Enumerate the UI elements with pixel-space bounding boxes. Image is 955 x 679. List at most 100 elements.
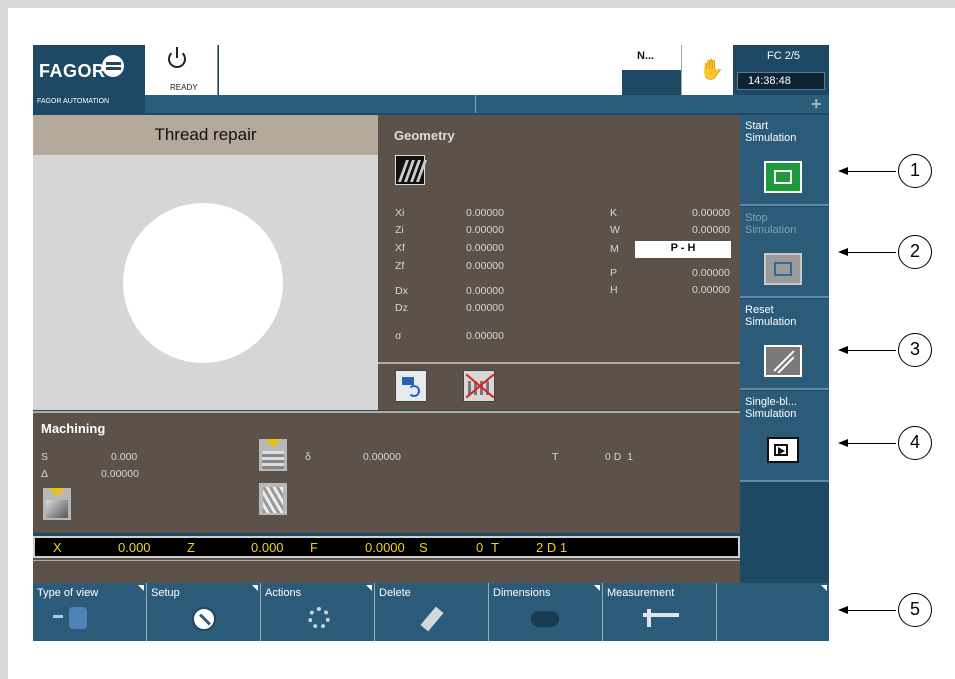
softkey-label: Type of view bbox=[37, 587, 99, 599]
pos-f-label: F bbox=[310, 540, 318, 555]
softkey-label: Setup bbox=[151, 587, 180, 599]
pos-z-label: Z bbox=[187, 540, 195, 555]
infeed-icon[interactable] bbox=[259, 483, 287, 515]
param-w-label: W bbox=[610, 224, 620, 236]
param-k-label: K bbox=[610, 207, 618, 219]
brand-disc-icon bbox=[102, 55, 124, 77]
stop-simulation-label: Stop Simulation bbox=[745, 212, 797, 236]
pos-x-label: X bbox=[53, 540, 62, 555]
status-strip-divider bbox=[33, 560, 740, 561]
param-h-label: H bbox=[610, 284, 618, 296]
callout-line bbox=[846, 443, 896, 444]
frame-left bbox=[0, 0, 8, 679]
power-status-label: READY bbox=[170, 83, 198, 92]
param-sigma-value[interactable]: 0.00000 bbox=[444, 330, 504, 342]
no-coolant-icon[interactable] bbox=[463, 370, 495, 402]
callout-2: 2 bbox=[898, 235, 932, 269]
softkey-label: Dimensions bbox=[493, 587, 551, 599]
power-status[interactable]: READY bbox=[145, 45, 218, 95]
softkey-bar: Type of view Setup Actions Delete Dimens… bbox=[33, 583, 829, 641]
status-strip bbox=[33, 558, 740, 583]
callout-line bbox=[846, 350, 896, 351]
param-p-value[interactable]: 0.00000 bbox=[670, 267, 730, 279]
start-simulation-button[interactable]: Start Simulation bbox=[740, 115, 829, 206]
softkey-measurement[interactable]: Measurement bbox=[603, 583, 717, 641]
softkey-setup[interactable]: Setup bbox=[147, 583, 261, 641]
softkey-type-of-view[interactable]: Type of view bbox=[33, 583, 147, 641]
geometry-panel: Geometry Xi 0.00000 Zi 0.00000 Xf 0.0000… bbox=[378, 115, 740, 410]
submenu-indicator-icon bbox=[138, 585, 144, 591]
geometry-heading: Geometry bbox=[394, 128, 455, 143]
param-dz-value[interactable]: 0.00000 bbox=[444, 302, 504, 314]
reset-simulation-button[interactable]: Reset Simulation bbox=[740, 299, 829, 390]
callout-line bbox=[846, 610, 896, 611]
param-xi-value[interactable]: 0.00000 bbox=[444, 207, 504, 219]
param-k-value[interactable]: 0.00000 bbox=[670, 207, 730, 219]
param-dx-value[interactable]: 0.00000 bbox=[444, 285, 504, 297]
depth-value[interactable]: 0.00000 bbox=[363, 451, 401, 463]
subbar-divider bbox=[475, 95, 476, 113]
view-icon-body bbox=[69, 607, 87, 629]
param-xf-value[interactable]: 0.00000 bbox=[444, 242, 504, 254]
machining-heading: Machining bbox=[41, 421, 106, 436]
machining-panel: Machining S 0.000 Δ 0.00000 δ 0.00000 T … bbox=[33, 411, 740, 533]
hand-icon: ✋ bbox=[699, 59, 724, 81]
view-icon bbox=[53, 615, 63, 618]
param-xi-label: Xi bbox=[395, 207, 405, 219]
cylinder-icon bbox=[531, 611, 559, 627]
workpiece-section bbox=[123, 203, 283, 363]
rotation-direction-icon[interactable] bbox=[395, 370, 427, 402]
single-block-simulation-button[interactable]: Single-bl... Simulation bbox=[740, 391, 829, 482]
brand-logo: FAGOR FAGOR AUTOMATION bbox=[33, 45, 145, 113]
softkey-label: Actions bbox=[265, 587, 302, 599]
param-zi-value[interactable]: 0.00000 bbox=[444, 224, 504, 236]
param-m-select[interactable]: P - H bbox=[635, 241, 731, 258]
manual-mode-indicator: ✋ bbox=[681, 45, 733, 95]
thread-icon[interactable] bbox=[395, 155, 428, 185]
fc-status: FC 2/5 14:38:48 bbox=[733, 45, 829, 95]
position-bar: X 0.000 Z 0.000 F 0.0000 S 0 T 2 D 1 bbox=[33, 536, 740, 558]
softkey-delete[interactable]: Delete bbox=[375, 583, 489, 641]
callout-4: 4 bbox=[898, 426, 932, 460]
n-indicator-text: N... bbox=[637, 50, 655, 62]
pos-s-label: S bbox=[419, 540, 428, 555]
param-sigma-label: σ bbox=[395, 330, 402, 342]
softkey-dimensions[interactable]: Dimensions bbox=[489, 583, 603, 641]
cycle-title: Thread repair bbox=[154, 125, 257, 144]
reset-simulation-icon bbox=[764, 345, 802, 377]
delta-label: Δ bbox=[41, 468, 49, 480]
callout-1: 1 bbox=[898, 154, 932, 188]
stop-simulation-button[interactable]: Stop Simulation bbox=[740, 207, 829, 298]
power-icon-line bbox=[176, 47, 178, 58]
clock-time: 14:38:48 bbox=[748, 75, 791, 87]
callout-line bbox=[846, 252, 896, 253]
delta-value[interactable]: 0.00000 bbox=[101, 468, 139, 480]
simulation-area bbox=[33, 155, 378, 410]
depth-label: δ bbox=[305, 451, 311, 463]
caliper-jaw bbox=[647, 609, 651, 627]
softkey-actions[interactable]: Actions bbox=[261, 583, 375, 641]
status-subbar: + bbox=[145, 95, 829, 113]
frame-top bbox=[0, 0, 955, 8]
stop-simulation-icon bbox=[764, 253, 802, 285]
param-h-value[interactable]: 0.00000 bbox=[670, 284, 730, 296]
side-menu: Start Simulation Stop Simulation Reset S… bbox=[740, 115, 829, 583]
brand-subtitle: FAGOR AUTOMATION bbox=[37, 98, 110, 105]
spindle-value[interactable]: 0.000 bbox=[111, 451, 137, 463]
wrench-icon bbox=[192, 607, 216, 631]
plus-icon[interactable]: + bbox=[811, 95, 822, 113]
v-tool-icon[interactable] bbox=[43, 488, 71, 520]
param-zf-value[interactable]: 0.00000 bbox=[444, 260, 504, 272]
param-xf-label: Xf bbox=[395, 242, 405, 254]
submenu-indicator-icon bbox=[252, 585, 258, 591]
param-w-value[interactable]: 0.00000 bbox=[670, 224, 730, 236]
pos-s-value: 0 bbox=[476, 540, 484, 555]
thread-tool-icon[interactable] bbox=[259, 439, 287, 471]
single-block-icon bbox=[767, 437, 799, 463]
softkey-empty[interactable] bbox=[717, 583, 829, 641]
start-simulation-label: Start Simulation bbox=[745, 120, 797, 144]
param-p-label: P bbox=[610, 267, 618, 279]
pos-f-value: 0.0000 bbox=[365, 540, 405, 555]
callout-5: 5 bbox=[898, 593, 932, 627]
tool-value[interactable]: 0 D 1 bbox=[605, 451, 633, 463]
